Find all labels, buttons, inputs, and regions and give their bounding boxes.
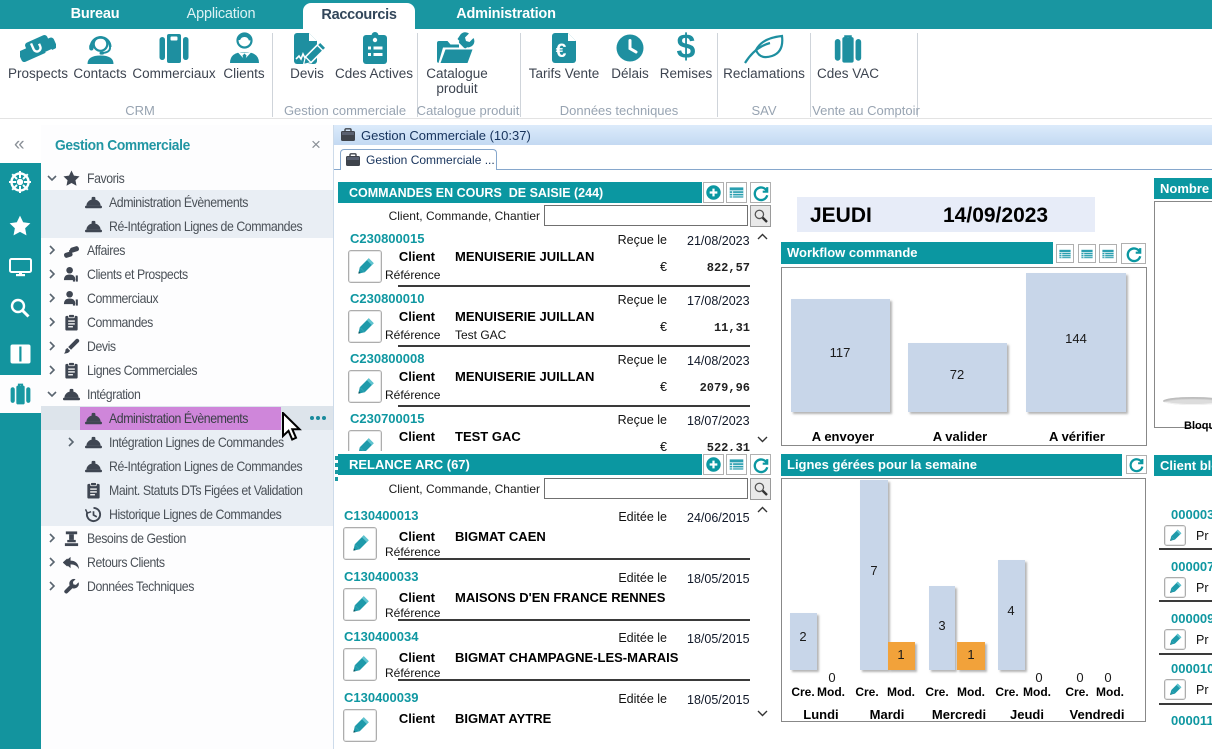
svg-text:€: € <box>556 41 567 62</box>
